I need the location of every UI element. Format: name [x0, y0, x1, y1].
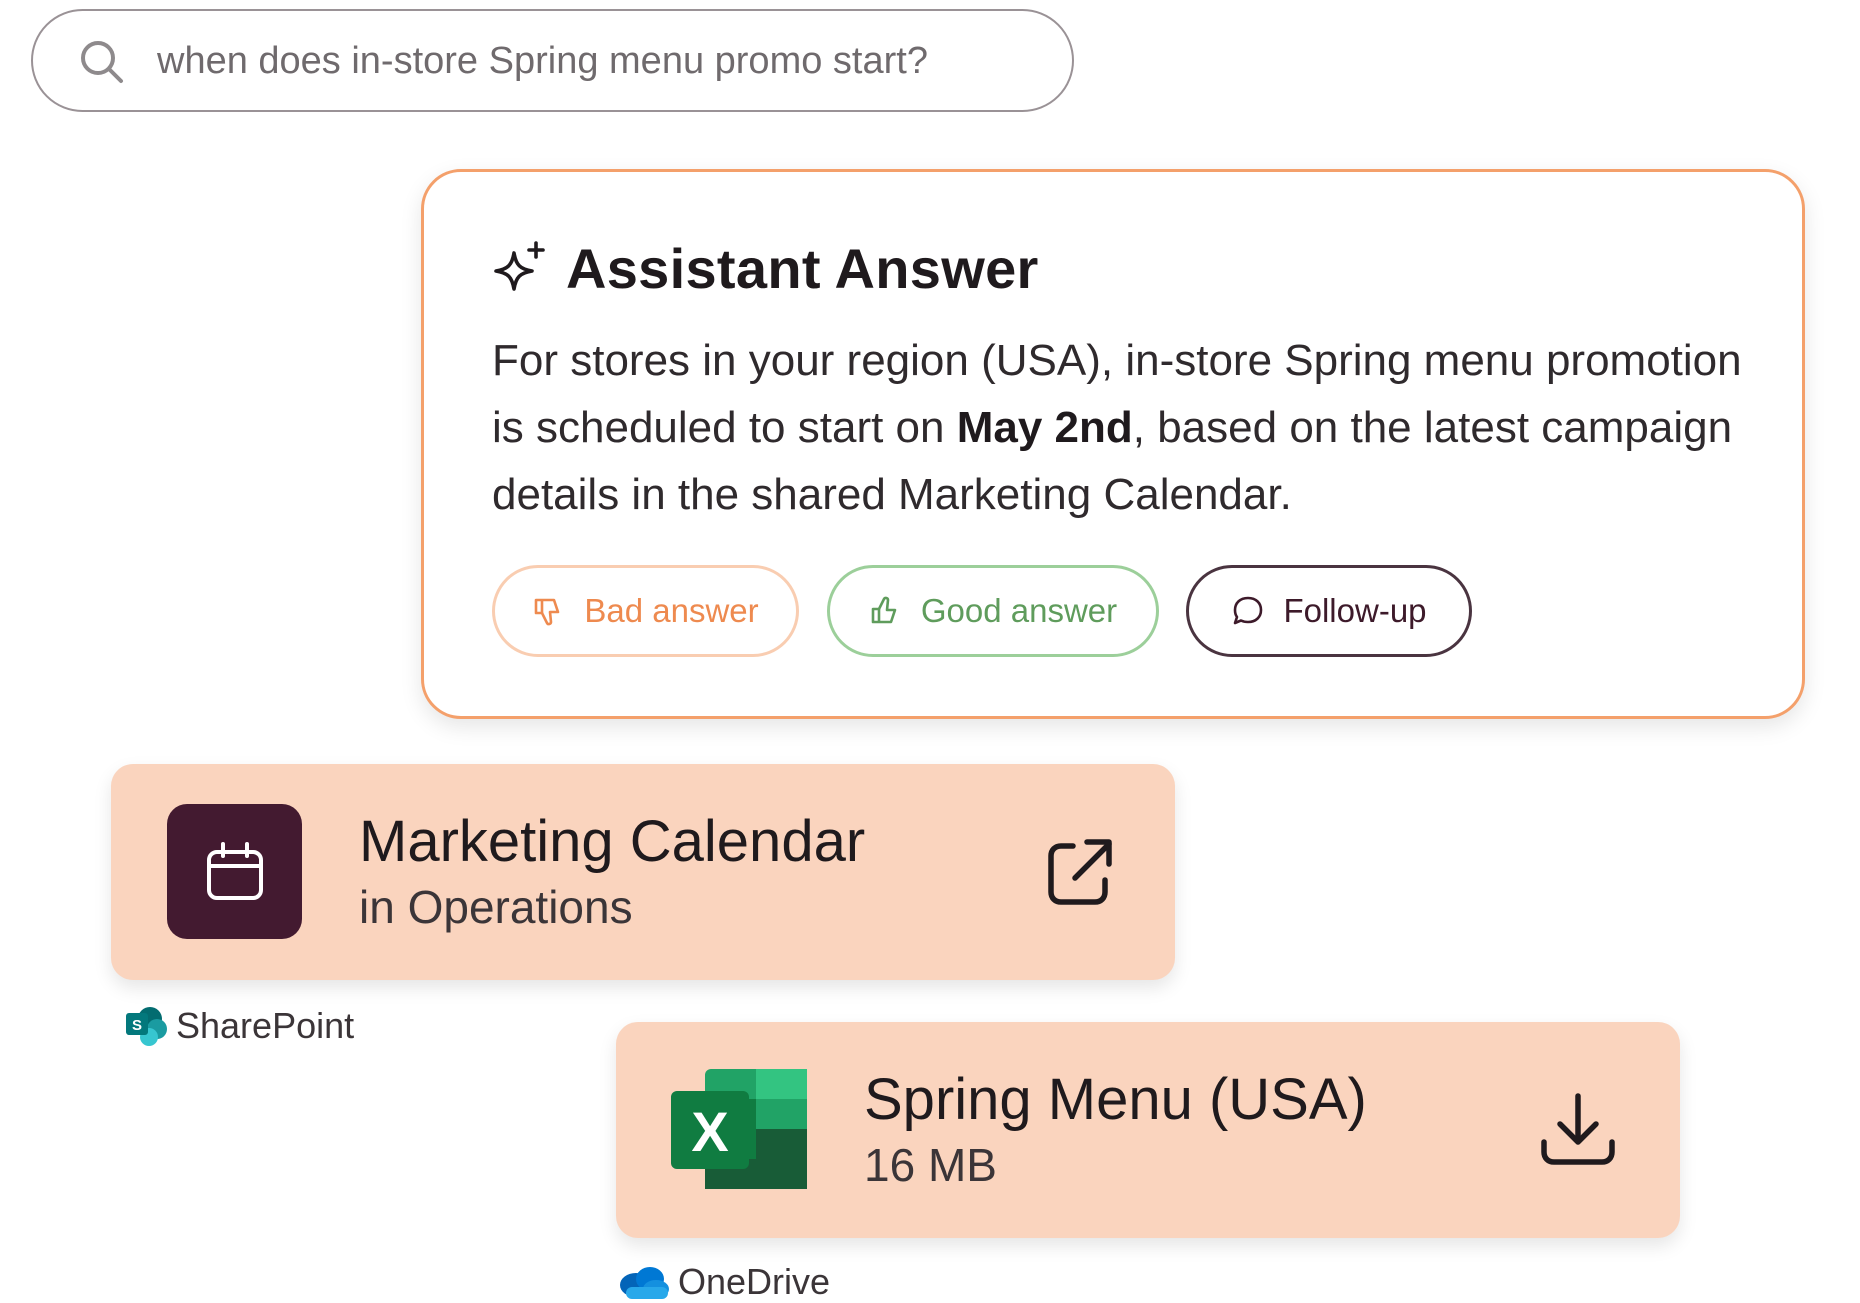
good-answer-button[interactable]: Good answer — [827, 565, 1159, 657]
bad-answer-button[interactable]: Bad answer — [492, 565, 799, 657]
result-card-spring-menu[interactable]: X Spring Menu (USA) 16 MB — [616, 1022, 1680, 1238]
calendar-tile — [167, 804, 302, 939]
svg-text:X: X — [691, 1100, 728, 1163]
result-title: Spring Menu (USA) — [864, 1067, 1367, 1132]
follow-up-button[interactable]: Follow-up — [1186, 565, 1472, 657]
assistant-answer-card: Assistant Answer For stores in your regi… — [421, 169, 1805, 719]
search-icon — [81, 41, 123, 83]
open-external-icon[interactable] — [1041, 834, 1117, 910]
source-onedrive: OneDrive — [618, 1261, 830, 1303]
answer-header: Assistant Answer — [492, 236, 1039, 301]
svg-text:S: S — [132, 1017, 142, 1034]
source-label: OneDrive — [678, 1261, 831, 1302]
search-bar[interactable] — [31, 9, 1074, 112]
result-location: in Operations — [359, 881, 633, 933]
sharepoint-icon: S — [126, 1007, 167, 1046]
answer-text: For stores in your region (USA), in-stor… — [492, 327, 1762, 528]
source-label: SharePoint — [176, 1005, 355, 1046]
bad-answer-label: Bad answer — [584, 592, 759, 629]
follow-up-label: Follow-up — [1283, 592, 1427, 629]
file-size: 16 MB — [864, 1139, 997, 1191]
good-answer-label: Good answer — [920, 592, 1118, 629]
download-icon[interactable] — [1538, 1090, 1618, 1170]
result-card-marketing-calendar[interactable]: Marketing Calendar in Operations — [111, 764, 1175, 980]
sparkle-icon — [494, 240, 545, 291]
thumbs-up-icon — [871, 596, 897, 624]
thumbs-down-icon — [535, 598, 560, 626]
excel-icon: X — [671, 1069, 807, 1189]
answer-title: Assistant Answer — [566, 237, 1039, 300]
search-input[interactable] — [157, 29, 1047, 93]
calendar-icon — [207, 842, 263, 900]
result-title: Marketing Calendar — [359, 809, 866, 874]
onedrive-icon — [620, 1267, 669, 1299]
source-sharepoint: S SharePoint — [124, 1004, 354, 1048]
chat-bubble-icon — [1234, 596, 1263, 625]
answer-date: May 2nd — [956, 403, 1133, 452]
